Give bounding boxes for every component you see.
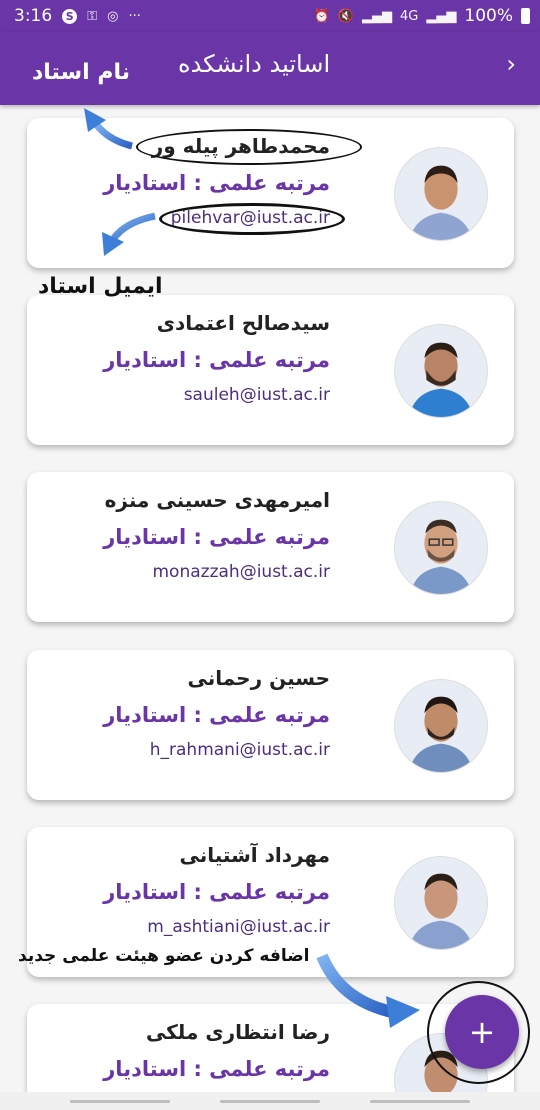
professor-card[interactable]: سیدصالح اعتمادی مرتبه علمی : استادیار sa…: [27, 295, 514, 445]
professor-avatar: [394, 679, 488, 773]
professor-email[interactable]: monazzah@iust.ac.ir: [153, 562, 331, 582]
annotation-ellipse-email: [159, 203, 345, 235]
professor-name: امیرمهدی حسینی منزه: [104, 488, 330, 512]
professor-name: مهرداد آشتیانی: [179, 843, 330, 867]
professor-avatar: [394, 147, 488, 241]
annotation-professor-email: ایمیل استاد: [38, 274, 163, 299]
signal-icon-2: ▂▄▆: [426, 8, 457, 24]
annotation-ellipse-name: [136, 129, 362, 165]
annotation-professor-name: نام استاد: [32, 60, 131, 85]
professor-rank: مرتبه علمی : استادیار: [103, 703, 330, 727]
professor-name: حسین رحمانی: [187, 666, 330, 690]
status-bar: 3:16 S ⚿ ◎ ··· ⏰ 🔇 ▂▄▆ 4G ▂▄▆ 100%: [0, 0, 540, 32]
professor-rank: مرتبه علمی : استادیار: [103, 880, 330, 904]
battery-percent: 100%: [464, 6, 513, 26]
professor-avatar: [394, 324, 488, 418]
professor-rank: مرتبه علمی : استادیار: [103, 171, 330, 195]
chevron-right-icon[interactable]: ›: [506, 50, 516, 78]
network-type: 4G: [400, 8, 419, 24]
nav-back[interactable]: [370, 1100, 470, 1103]
alarm-icon: ⏰: [313, 8, 330, 24]
professor-email[interactable]: sauleh@iust.ac.ir: [184, 385, 330, 405]
more-notifications: ···: [128, 8, 141, 24]
battery-icon: [521, 8, 530, 24]
page-title: اساتید دانشکده: [178, 50, 331, 78]
professor-rank: مرتبه علمی : استادیار: [103, 348, 330, 372]
mute-icon: 🔇: [337, 8, 355, 24]
app-bar: نام استاد اساتید دانشکده ›: [0, 32, 540, 105]
professor-email[interactable]: h_rahmani@iust.ac.ir: [150, 740, 330, 760]
professor-card[interactable]: امیرمهدی حسینی منزه مرتبه علمی : استادیا…: [27, 472, 514, 622]
signal-icon: ▂▄▆: [362, 8, 393, 24]
nav-recent[interactable]: [70, 1100, 170, 1103]
professor-rank: مرتبه علمی : استادیار: [103, 1057, 330, 1081]
skype-icon: S: [62, 8, 78, 24]
annotation-add-professor: اضافه کردن عضو هیئت علمی جدید: [18, 946, 310, 966]
professor-email[interactable]: m_ashtiani@iust.ac.ir: [147, 917, 330, 937]
add-professor-button[interactable]: +: [445, 995, 519, 1069]
professor-card[interactable]: حسین رحمانی مرتبه علمی : استادیار h_rahm…: [27, 650, 514, 800]
professor-avatar: [394, 501, 488, 595]
professor-rank: مرتبه علمی : استادیار: [103, 525, 330, 549]
professor-avatar: [394, 856, 488, 950]
nav-home[interactable]: [220, 1100, 320, 1103]
professor-name: رضا انتظاری ملکی: [145, 1020, 330, 1044]
status-time: 3:16: [14, 6, 53, 26]
professor-name: سیدصالح اعتمادی: [156, 311, 330, 335]
key-icon: ⚿: [87, 8, 98, 24]
instagram-icon: ◎: [107, 8, 119, 24]
system-nav-bar: [0, 1092, 540, 1110]
